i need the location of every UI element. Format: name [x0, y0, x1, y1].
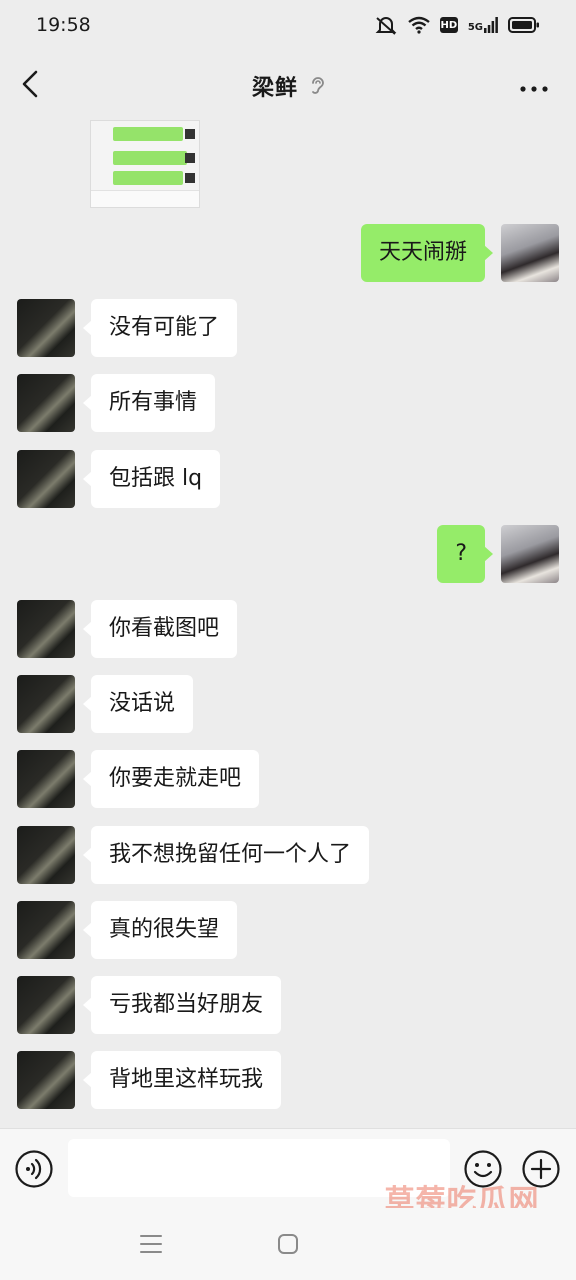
thumb-bubble [113, 171, 183, 185]
back-button[interactable] [14, 68, 46, 104]
message-row: 我不想挽留任何一个人了 [0, 826, 576, 884]
signal-icon: 5G [468, 17, 498, 33]
message-bubble-received[interactable]: 没有可能了 [82, 299, 238, 357]
message-bubble-received[interactable]: 你看截图吧 [82, 600, 238, 658]
message-list[interactable]: 天天闹掰 没有可能了 所有事情 包括跟 lq ? 你看截图吧 没话说 你要走就走… [0, 116, 576, 1128]
message-row: ? [0, 525, 576, 583]
chat-header: 梁鲜 [0, 56, 576, 116]
message-bubble-received[interactable]: 你要走就走吧 [82, 750, 260, 808]
message-row: 亏我都当好朋友 [0, 976, 576, 1034]
image-message[interactable] [90, 120, 200, 208]
emoji-icon [463, 1150, 503, 1193]
voice-input-button[interactable] [14, 1149, 54, 1189]
status-bar: 19:58 HD 5G [0, 0, 576, 50]
message-bubble-received[interactable]: 背地里这样玩我 [82, 1051, 282, 1109]
network-label: 5G [467, 22, 483, 33]
message-row: 所有事情 [0, 374, 576, 432]
status-time: 19:58 [36, 14, 91, 36]
message-input[interactable] [68, 1139, 450, 1197]
more-functions-button[interactable] [521, 1149, 561, 1189]
more-dots-icon [520, 77, 548, 96]
status-icons: HD 5G [374, 15, 540, 35]
contact-avatar[interactable] [17, 600, 75, 658]
contact-avatar[interactable] [17, 299, 75, 357]
message-row: 真的很失望 [0, 901, 576, 959]
thumb-avatar [185, 129, 195, 139]
message-row: 没话说 [0, 675, 576, 733]
contact-avatar[interactable] [17, 1051, 75, 1109]
hd-badge: HD [439, 17, 458, 33]
battery-icon [508, 17, 540, 33]
message-bubble-received[interactable]: 亏我都当好朋友 [82, 976, 282, 1034]
message-row: 你要走就走吧 [0, 750, 576, 808]
voice-icon [14, 1150, 54, 1193]
message-row: 包括跟 lq [0, 450, 576, 508]
message-bubble-sent[interactable]: 天天闹掰 [360, 224, 494, 282]
message-row: 没有可能了 [0, 299, 576, 357]
thumb-avatar [185, 173, 195, 183]
message-bubble-received[interactable]: 我不想挽留任何一个人了 [82, 826, 370, 884]
emoji-button[interactable] [463, 1149, 503, 1189]
contact-avatar[interactable] [17, 450, 75, 508]
thumb-avatar [185, 153, 195, 163]
chat-title: 梁鲜 [251, 76, 298, 101]
message-bubble-received[interactable]: 真的很失望 [82, 901, 238, 959]
mute-icon [374, 15, 398, 35]
chevron-left-icon [22, 70, 38, 102]
more-options-button[interactable] [514, 68, 554, 104]
thumb-bubble [113, 127, 183, 141]
menu-icon [140, 1235, 162, 1258]
system-nav-bar [0, 1208, 576, 1280]
my-avatar[interactable] [501, 224, 559, 282]
plus-icon [521, 1150, 561, 1193]
message-bubble-sent[interactable]: ? [437, 525, 493, 583]
message-bubble-received[interactable]: 所有事情 [82, 374, 216, 432]
thumb-input-bar [91, 190, 199, 207]
input-bar [0, 1128, 576, 1208]
my-avatar[interactable] [501, 525, 559, 583]
home-square-icon [277, 1234, 299, 1259]
contact-avatar[interactable] [17, 374, 75, 432]
message-row: 你看截图吧 [0, 600, 576, 658]
message-row: 天天闹掰 [0, 224, 576, 282]
message-row: 背地里这样玩我 [0, 1051, 576, 1109]
contact-avatar[interactable] [17, 901, 75, 959]
contact-avatar[interactable] [17, 750, 75, 808]
message-bubble-received[interactable]: 包括跟 lq [82, 450, 221, 508]
home-button[interactable] [277, 1233, 299, 1255]
contact-avatar[interactable] [17, 826, 75, 884]
recent-apps-button[interactable] [140, 1234, 162, 1254]
contact-avatar[interactable] [17, 675, 75, 733]
contact-avatar[interactable] [17, 976, 75, 1034]
wifi-icon [408, 16, 430, 34]
thumb-bubble [113, 151, 187, 165]
message-bubble-received[interactable]: 没话说 [82, 675, 194, 733]
earpiece-icon [310, 75, 324, 97]
